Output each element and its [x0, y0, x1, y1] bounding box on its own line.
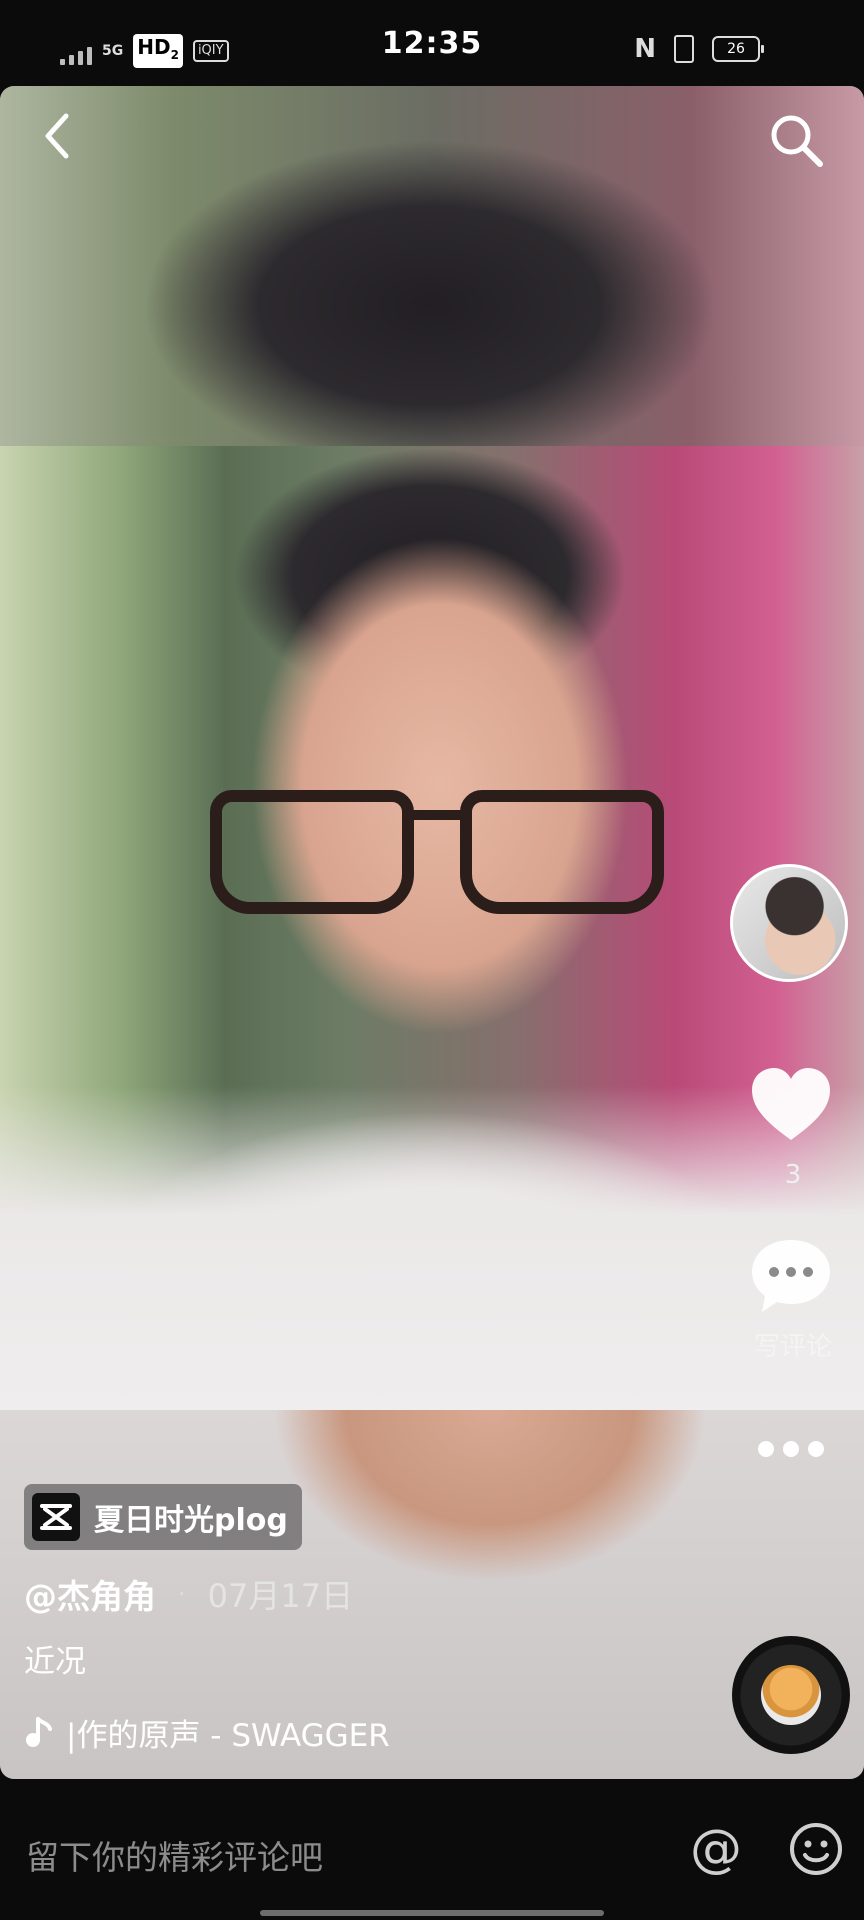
- comment-bubble-icon[interactable]: [748, 1236, 834, 1316]
- status-right: N 26: [634, 34, 764, 64]
- chevron-left-icon[interactable]: [36, 108, 80, 164]
- comment-label[interactable]: 写评论: [730, 1326, 856, 1363]
- video-caption: 近况: [24, 1644, 86, 1680]
- home-indicator[interactable]: [260, 1910, 604, 1916]
- author-name[interactable]: @杰角角: [24, 1570, 156, 1618]
- status-bar: 5G HD2 iQIY 12:35 N 26: [0, 0, 864, 86]
- glasses-graphic: [210, 790, 670, 914]
- emoji-icon[interactable]: [788, 1821, 844, 1877]
- battery-icon: 26: [712, 36, 764, 62]
- more-dots-icon[interactable]: [756, 1438, 826, 1460]
- avatar[interactable]: [730, 864, 848, 982]
- template-label: 夏日时光plog: [94, 1503, 288, 1538]
- separator-dot: ·: [178, 1580, 186, 1608]
- author-row: @杰角角 · 07月17日: [24, 1570, 353, 1618]
- capcut-logo-icon: [32, 1493, 80, 1541]
- search-icon[interactable]: [766, 110, 826, 170]
- at-mention-icon[interactable]: @: [690, 1819, 742, 1879]
- music-row[interactable]: |作的原声 - SWAGGER: [24, 1710, 390, 1755]
- template-tag[interactable]: 夏日时光plog: [24, 1484, 302, 1550]
- like-count: 3: [784, 1160, 802, 1190]
- comment-input[interactable]: 留下你的精彩评论吧: [26, 1831, 323, 1879]
- comment-bar: 留下你的精彩评论吧 @: [0, 1779, 864, 1920]
- video-frame-top: [0, 86, 864, 446]
- music-note-icon: [26, 1716, 52, 1747]
- music-disc-avatar-icon: [761, 1665, 821, 1725]
- post-date: 07月17日: [207, 1577, 354, 1615]
- heart-icon[interactable]: [748, 1064, 834, 1144]
- music-disc[interactable]: [732, 1636, 850, 1754]
- nfc-icon: N: [634, 34, 656, 64]
- music-title: |作的原声 - SWAGGER: [66, 1718, 390, 1754]
- vibrate-icon: [674, 35, 694, 63]
